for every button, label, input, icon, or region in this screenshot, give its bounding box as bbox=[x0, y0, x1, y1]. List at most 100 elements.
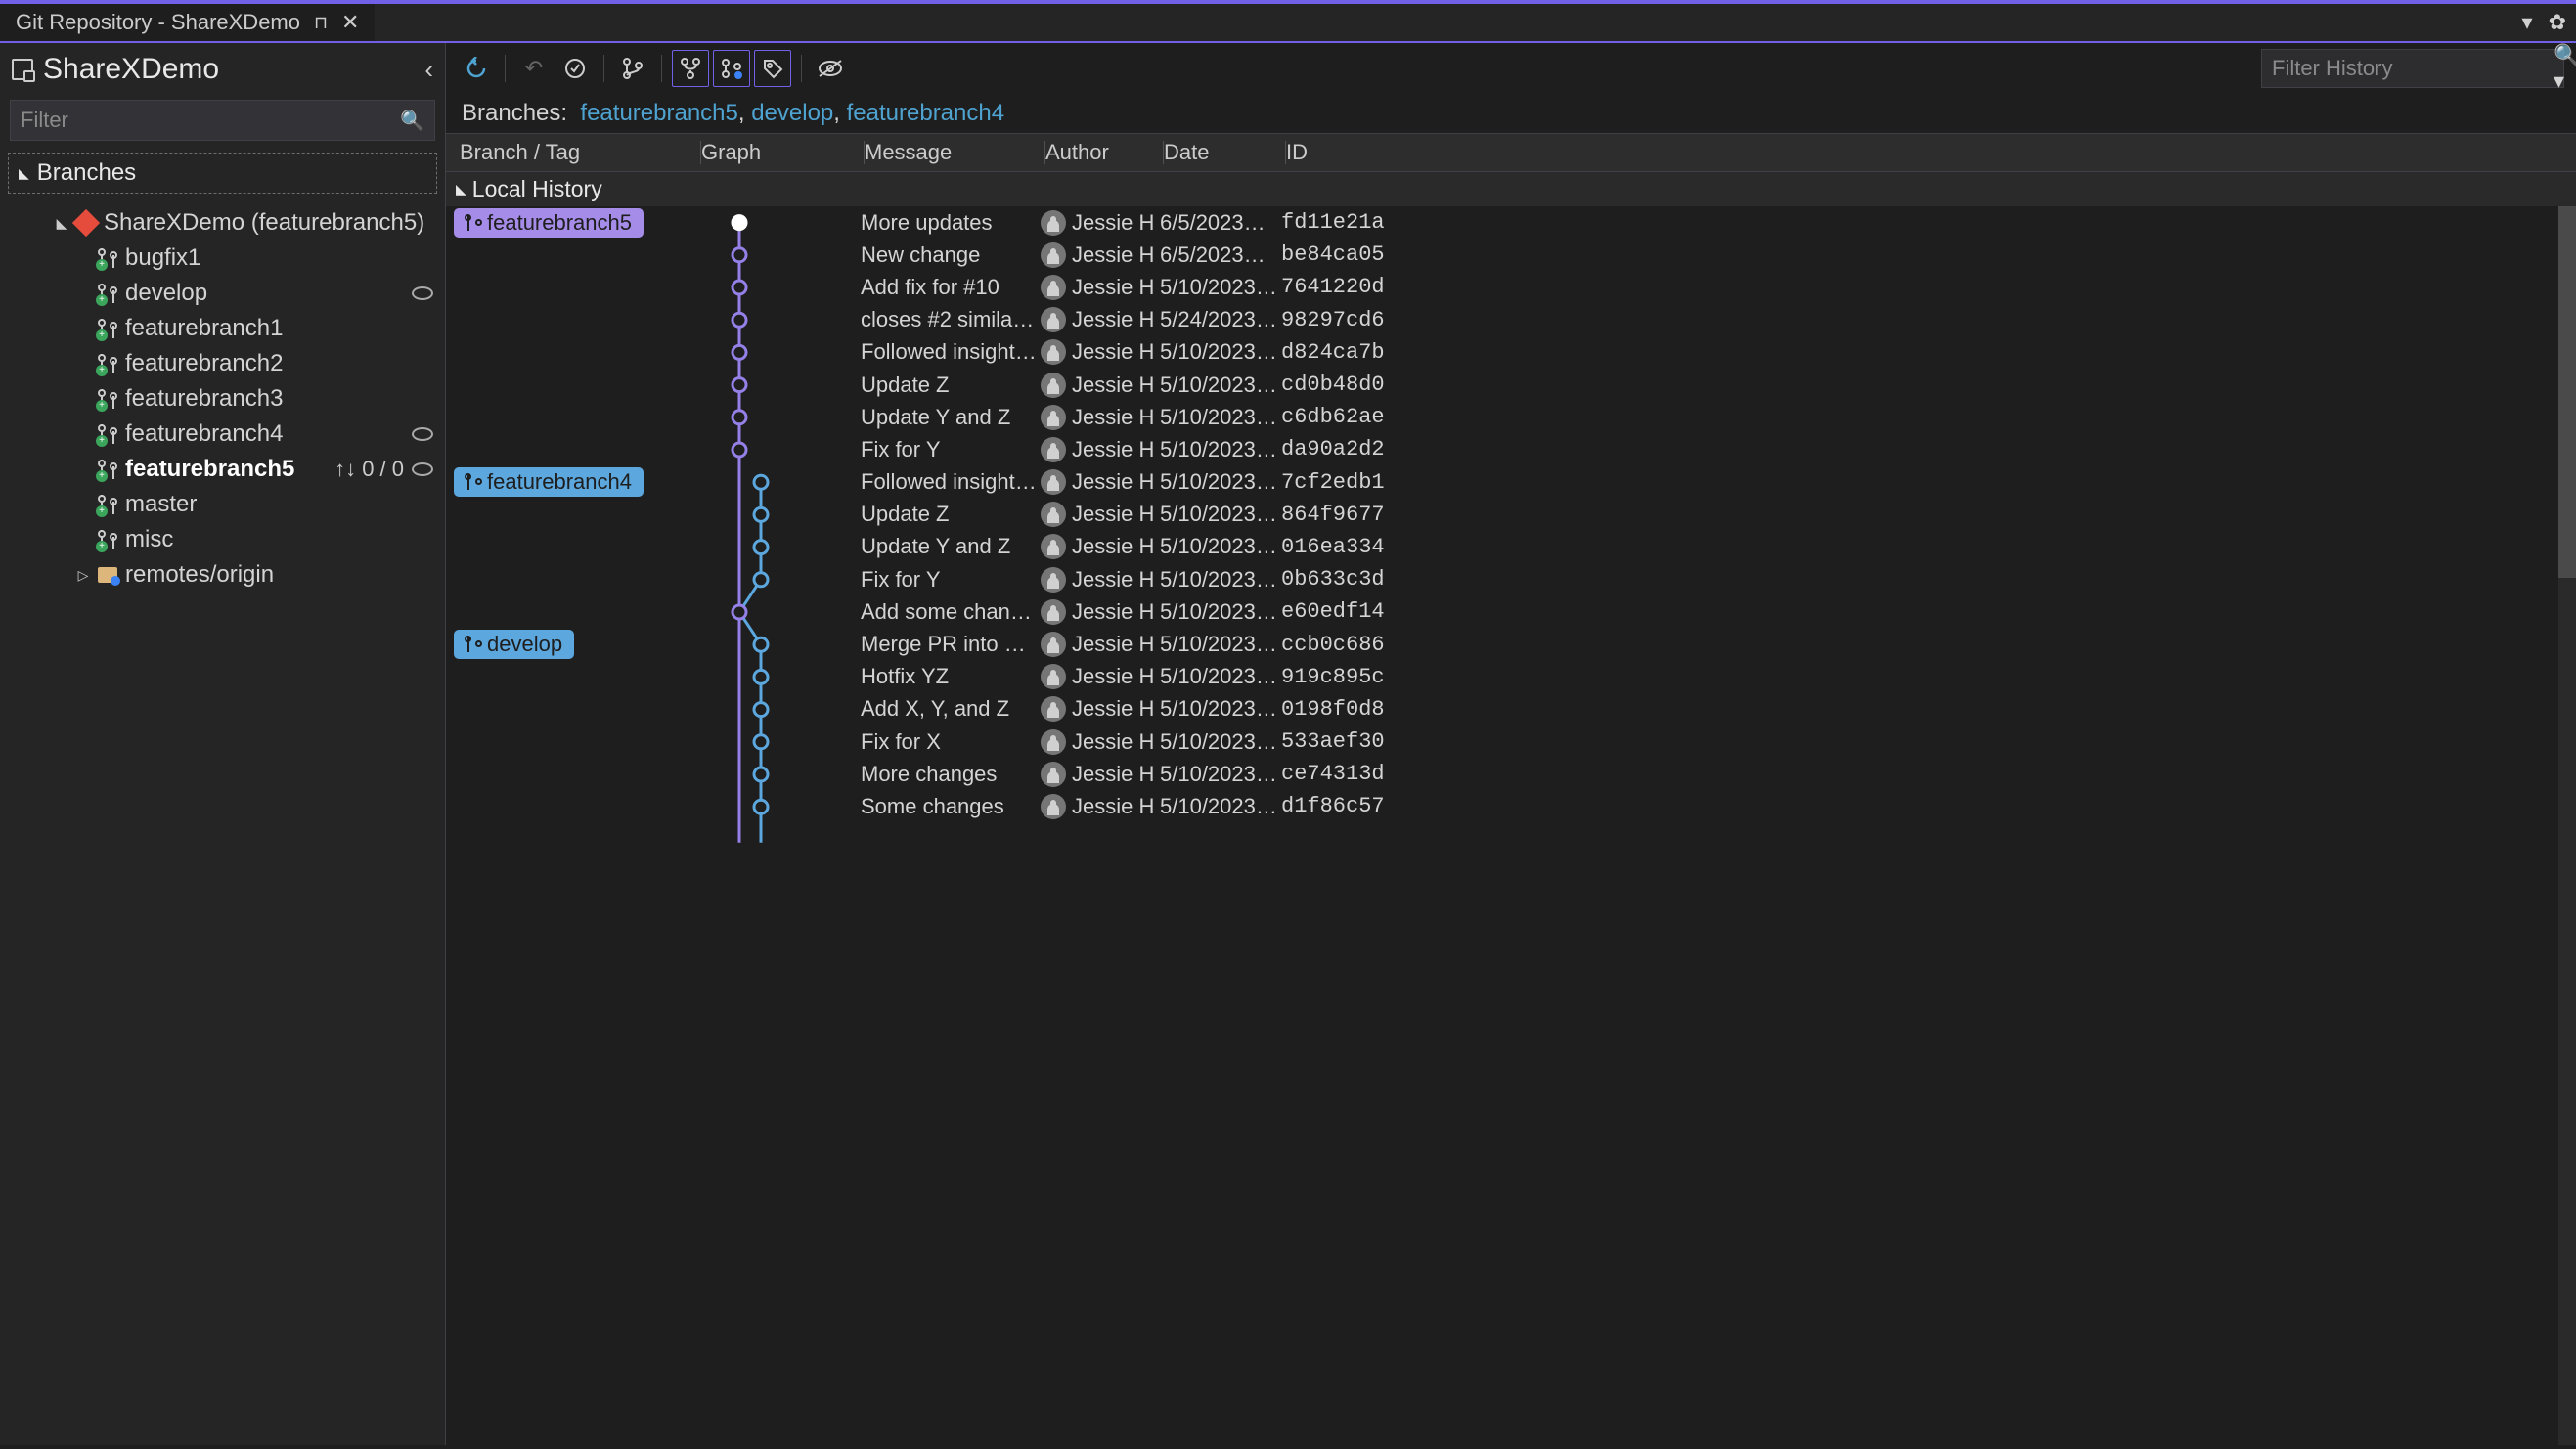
commit-row[interactable]: Add fix for #10 Jessie H 5/10/2023… 7641… bbox=[446, 271, 2576, 303]
branch-filter-field[interactable] bbox=[21, 108, 400, 133]
avatar-icon bbox=[1041, 405, 1066, 430]
branch-item[interactable]: + featurebranch5 ↑↓ 0 / 0 bbox=[0, 452, 445, 487]
branch-icon: + bbox=[98, 495, 117, 514]
branch-icon: + bbox=[98, 530, 117, 549]
commit-id: 0b633c3d bbox=[1281, 567, 1385, 592]
branch-label: misc bbox=[125, 526, 173, 553]
commit-row[interactable]: Update Y and Z Jessie H 5/10/2023… 016ea… bbox=[446, 531, 2576, 563]
commit-author: Jessie H bbox=[1041, 437, 1156, 462]
clock-check-button[interactable] bbox=[556, 50, 594, 87]
remote-branches-toggle[interactable] bbox=[713, 50, 750, 87]
commit-date: 5/10/2023… bbox=[1160, 405, 1277, 430]
commit-author: Jessie H bbox=[1041, 307, 1156, 332]
column-branch[interactable]: Branch / Tag bbox=[446, 140, 700, 165]
branch-item[interactable]: + master bbox=[0, 487, 445, 522]
pin-icon[interactable]: ⊓ bbox=[314, 13, 328, 33]
branch-filter-input[interactable]: 🔍 bbox=[10, 100, 435, 141]
repo-root-node[interactable]: ◣ ShareXDemo (featurebranch5) bbox=[0, 205, 445, 241]
commit-row[interactable]: Some changes Jessie H 5/10/2023… d1f86c5… bbox=[446, 790, 2576, 822]
filter-history-input[interactable]: 🔍▾ bbox=[2261, 49, 2564, 88]
commit-row[interactable]: featurebranch4 Followed insight… Jessie … bbox=[446, 466, 2576, 499]
commit-row[interactable]: Update Z Jessie H 5/10/2023… cd0b48d0 bbox=[446, 369, 2576, 401]
commit-row[interactable]: Add X, Y, and Z Jessie H 5/10/2023… 0198… bbox=[446, 693, 2576, 725]
branch-item[interactable]: + bugfix1 bbox=[0, 241, 445, 276]
branch-badge[interactable]: featurebranch4 bbox=[454, 467, 644, 497]
column-graph[interactable]: Graph bbox=[701, 140, 864, 165]
local-branches-toggle[interactable] bbox=[672, 50, 709, 87]
commit-row[interactable]: Fix for Y Jessie H 5/10/2023… 0b633c3d bbox=[446, 563, 2576, 595]
branch-item[interactable]: + featurebranch2 bbox=[0, 346, 445, 381]
close-icon[interactable]: ✕ bbox=[341, 10, 359, 35]
scrollbar-track[interactable] bbox=[2558, 206, 2576, 1445]
dropdown-caret-icon[interactable]: ▾ bbox=[2522, 10, 2533, 35]
commit-date: 5/10/2023… bbox=[1160, 339, 1277, 365]
commit-message: Add fix for #10 bbox=[861, 275, 1037, 300]
breadcrumb-link[interactable]: develop bbox=[751, 100, 833, 126]
eye-icon[interactable] bbox=[412, 462, 433, 476]
commit-row[interactable]: develop Merge PR into d… Jessie H 5/10/2… bbox=[446, 628, 2576, 660]
commit-row[interactable]: featurebranch5 More updates Jessie H 6/5… bbox=[446, 206, 2576, 239]
branch-item[interactable]: + featurebranch4 bbox=[0, 417, 445, 452]
commit-date: 5/10/2023… bbox=[1160, 275, 1277, 300]
commit-id: cd0b48d0 bbox=[1281, 373, 1385, 397]
commit-date: 6/5/2023… bbox=[1160, 242, 1277, 268]
branch-badge[interactable]: featurebranch5 bbox=[454, 208, 644, 238]
commit-row[interactable]: New change Jessie H 6/5/2023… be84ca05 bbox=[446, 239, 2576, 271]
commit-date: 5/10/2023… bbox=[1160, 469, 1277, 495]
branch-button[interactable] bbox=[614, 50, 651, 87]
branch-item[interactable]: + develop bbox=[0, 276, 445, 311]
commit-row[interactable]: Fix for X Jessie H 5/10/2023… 533aef30 bbox=[446, 725, 2576, 758]
commit-author: Jessie H bbox=[1041, 599, 1156, 625]
commit-id: 533aef30 bbox=[1281, 729, 1385, 754]
branch-item[interactable]: + misc bbox=[0, 522, 445, 557]
column-id[interactable]: ID bbox=[1286, 140, 1413, 165]
history-panel: ↶ 🔍▾ Branches: featurebranch5, develop, … bbox=[445, 43, 2576, 1445]
commit-message: Fix for Y bbox=[861, 437, 1037, 462]
commit-row[interactable]: Fix for Y Jessie H 5/10/2023… da90a2d2 bbox=[446, 433, 2576, 465]
branch-item[interactable]: + featurebranch1 bbox=[0, 311, 445, 346]
eye-icon[interactable] bbox=[412, 427, 433, 441]
search-icon[interactable]: 🔍▾ bbox=[2554, 43, 2576, 94]
commit-date: 6/5/2023… bbox=[1160, 210, 1277, 236]
undo-button[interactable]: ↶ bbox=[515, 50, 553, 87]
commit-row[interactable]: closes #2 similar… Jessie H 5/24/2023… 9… bbox=[446, 304, 2576, 336]
local-history-header[interactable]: ◣ Local History bbox=[446, 172, 2576, 206]
branch-badge[interactable]: develop bbox=[454, 630, 574, 659]
avatar-icon bbox=[1041, 729, 1066, 755]
commit-row[interactable]: Followed insight… Jessie H 5/10/2023… d8… bbox=[446, 336, 2576, 369]
commit-row[interactable]: More changes Jessie H 5/10/2023… ce74313… bbox=[446, 758, 2576, 790]
commit-author: Jessie H bbox=[1041, 696, 1156, 722]
expand-caret-icon[interactable]: ▷ bbox=[76, 567, 90, 584]
search-icon[interactable]: 🔍 bbox=[400, 109, 424, 133]
commit-date: 5/10/2023… bbox=[1160, 502, 1277, 527]
gear-icon[interactable]: ✿ bbox=[2549, 10, 2566, 35]
commit-id: 919c895c bbox=[1281, 665, 1385, 689]
branch-icon: + bbox=[98, 319, 117, 338]
expand-caret-icon[interactable]: ◣ bbox=[55, 215, 68, 232]
avatar-icon bbox=[1041, 242, 1066, 268]
refresh-button[interactable] bbox=[458, 50, 495, 87]
active-tab[interactable]: Git Repository - ShareXDemo ⊓ ✕ bbox=[0, 4, 375, 41]
branch-item[interactable]: + featurebranch3 bbox=[0, 381, 445, 417]
column-date[interactable]: Date bbox=[1164, 140, 1285, 165]
back-chevron-icon[interactable]: ‹ bbox=[424, 55, 433, 85]
eye-off-button[interactable] bbox=[812, 50, 849, 87]
commit-row[interactable]: Add some chan… Jessie H 5/10/2023… e60ed… bbox=[446, 595, 2576, 628]
breadcrumb-link[interactable]: featurebranch5 bbox=[580, 100, 737, 126]
commit-author: Jessie H bbox=[1041, 275, 1156, 300]
filter-history-field[interactable] bbox=[2272, 56, 2554, 81]
eye-icon[interactable] bbox=[412, 286, 433, 300]
commit-row[interactable]: Hotfix YZ Jessie H 5/10/2023… 919c895c bbox=[446, 661, 2576, 693]
breadcrumb-link[interactable]: featurebranch4 bbox=[847, 100, 1004, 126]
commit-id: e60edf14 bbox=[1281, 599, 1385, 624]
scrollbar-thumb[interactable] bbox=[2558, 206, 2576, 578]
avatar-icon bbox=[1041, 664, 1066, 689]
tags-toggle[interactable] bbox=[754, 50, 791, 87]
commit-row[interactable]: Update Y and Z Jessie H 5/10/2023… c6db6… bbox=[446, 401, 2576, 433]
commit-message: Add some chan… bbox=[861, 599, 1037, 625]
column-message[interactable]: Message bbox=[865, 140, 1044, 165]
branches-section-header[interactable]: ◣ Branches bbox=[8, 153, 437, 194]
column-author[interactable]: Author bbox=[1045, 140, 1163, 165]
commit-row[interactable]: Update Z Jessie H 5/10/2023… 864f9677 bbox=[446, 499, 2576, 531]
remotes-node[interactable]: ▷ remotes/origin bbox=[0, 557, 445, 593]
